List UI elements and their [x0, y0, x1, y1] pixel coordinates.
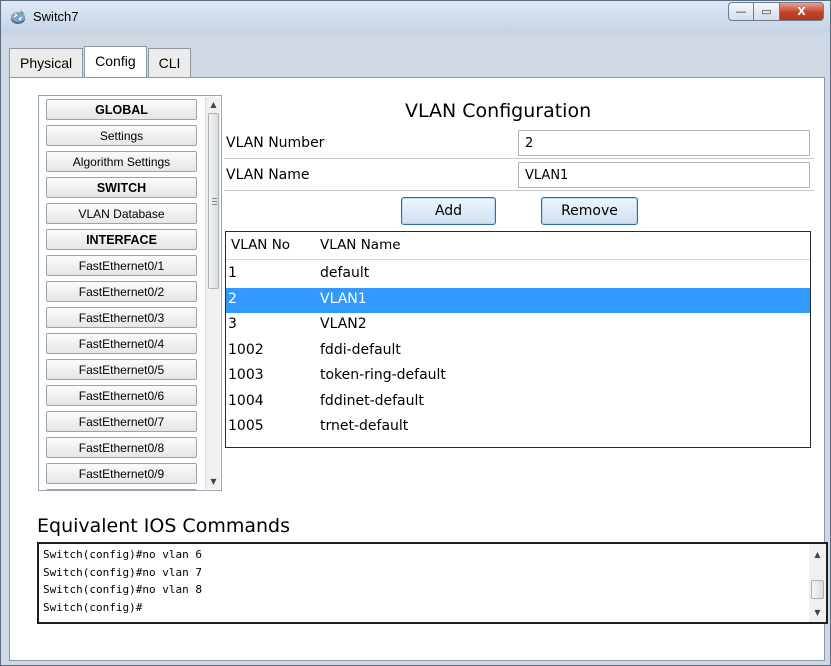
- vlan-table-row[interactable]: 1 default: [226, 262, 810, 287]
- add-button[interactable]: Add: [401, 197, 496, 225]
- minimize-icon: —: [735, 5, 747, 18]
- vlan-name-cell: token-ring-default: [320, 367, 446, 383]
- vlan-no-cell: 1004: [228, 392, 264, 409]
- config-panel: GLOBAL Settings Algorithm Settings SWITCH VL…: [9, 77, 828, 661]
- sidebar-item[interactable]: FastEthernet0/8: [46, 437, 197, 458]
- vlan-table-row[interactable]: 2 VLAN1: [226, 287, 810, 313]
- sidebar-item[interactable]: FastEthernet0/1: [46, 255, 197, 276]
- column-header-vlan-name: VLAN Name: [320, 237, 401, 253]
- tab-bar: Physical Config CLI: [9, 46, 192, 78]
- vlan-no-cell: 1: [228, 265, 237, 281]
- vlan-name-cell: trnet-default: [320, 418, 409, 434]
- vlan-no-cell: 2: [228, 290, 237, 307]
- vlan-number-input[interactable]: [518, 130, 810, 156]
- ios-command-line: Switch(config)#no vlan 7: [43, 565, 202, 579]
- scroll-down-icon[interactable]: ▼: [809, 604, 826, 620]
- sidebar-section-header: INTERFACE: [46, 229, 197, 250]
- sidebar-item[interactable]: FastEthernet0/4: [46, 333, 197, 354]
- vlan-table: VLAN No VLAN Name 1 default 2 VLAN1 3 VLAN2 10…: [225, 231, 811, 448]
- console-scrollbar[interactable]: ▲ ▼: [809, 544, 826, 622]
- sidebar-section-header: GLOBAL: [46, 99, 197, 120]
- sidebar-item[interactable]: Algorithm Settings: [46, 151, 197, 172]
- vlan-name-row: VLAN Name: [224, 160, 814, 191]
- ios-command-line: Switch(config)#no vlan 6: [43, 548, 202, 561]
- vlan-no-cell: 1003: [228, 367, 264, 383]
- tab-config[interactable]: Config: [84, 46, 147, 78]
- title-bar[interactable]: Switch7 — ▭ X: [1, 1, 830, 33]
- vlan-no-cell: 3: [228, 316, 237, 332]
- sidebar-section-header: SWITCH: [46, 177, 197, 198]
- sidebar-item[interactable]: FastEthernet0/9: [46, 463, 197, 484]
- vlan-table-row[interactable]: 1002 fddi-default: [226, 339, 810, 364]
- scroll-thumb[interactable]: [208, 113, 219, 289]
- ios-command-line: Switch(config)#no vlan 8: [43, 583, 202, 596]
- maximize-button[interactable]: ▭: [754, 2, 780, 21]
- sidebar-item[interactable]: FastEthernet0/7: [46, 411, 197, 432]
- scroll-thumb[interactable]: [811, 580, 824, 599]
- vlan-table-row[interactable]: 1004 fddinet-default: [226, 390, 810, 415]
- sidebar-item[interactable]: FastEthernet0/6: [46, 385, 197, 406]
- vlan-name-cell: VLAN2: [320, 316, 367, 332]
- window-title: Switch7: [33, 9, 79, 24]
- sidebar-item[interactable]: FastEthernet0/10: [46, 489, 197, 490]
- vlan-name-label: VLAN Name: [226, 167, 310, 183]
- vlan-config-title: VLAN Configuration: [405, 100, 592, 122]
- vlan-name-cell: fddi-default: [320, 341, 401, 358]
- vlan-table-row[interactable]: 1005 trnet-default: [226, 415, 810, 440]
- close-icon: X: [797, 5, 806, 18]
- column-header-vlan-no: VLAN No: [231, 237, 291, 253]
- scroll-down-icon[interactable]: ▼: [206, 474, 221, 489]
- sidebar-item[interactable]: VLAN Database: [46, 203, 197, 224]
- sidebar-item[interactable]: FastEthernet0/5: [46, 359, 197, 380]
- grip-icon: [212, 198, 217, 205]
- sidebar-items: GLOBAL Settings Algorithm Settings SWITCH VL…: [46, 99, 197, 490]
- vlan-name-cell: fddinet-default: [320, 392, 424, 409]
- scroll-up-icon[interactable]: ▲: [809, 546, 826, 562]
- vlan-name-cell: VLAN1: [320, 290, 367, 307]
- vlan-table-header: VLAN No VLAN Name: [226, 232, 810, 260]
- vlan-number-label: VLAN Number: [226, 135, 325, 151]
- maximize-icon: ▭: [761, 5, 772, 18]
- switch-app-icon: [11, 10, 25, 24]
- scroll-up-icon[interactable]: ▲: [206, 97, 221, 112]
- tab-cli[interactable]: CLI: [147, 48, 192, 77]
- minimize-button[interactable]: —: [728, 2, 754, 21]
- close-button[interactable]: X: [780, 2, 824, 21]
- switch-config-window: Switch7 — ▭ X Physical Config CLI GLOBAL…: [0, 0, 831, 666]
- sidebar-scrollbar[interactable]: ▲ ▼: [205, 97, 220, 489]
- sidebar-item[interactable]: Settings: [46, 125, 197, 146]
- ios-commands-title: Equivalent IOS Commands: [37, 515, 290, 537]
- vlan-table-row[interactable]: 1003 token-ring-default: [226, 364, 810, 389]
- vlan-number-row: VLAN Number: [224, 128, 814, 159]
- sidebar-item[interactable]: FastEthernet0/2: [46, 281, 197, 302]
- ios-command-lines: Switch(config)#no vlan 6 Switch(config)#n…: [43, 546, 202, 616]
- ios-command-line: Switch(config)#: [43, 600, 143, 614]
- remove-button[interactable]: Remove: [541, 197, 638, 225]
- vlan-name-input[interactable]: [518, 162, 810, 188]
- window-controls: — ▭ X: [728, 2, 824, 22]
- config-sidebar: GLOBAL Settings Algorithm Settings SWITCH VL…: [38, 95, 222, 491]
- vlan-no-cell: 1002: [228, 341, 264, 358]
- sidebar-item[interactable]: FastEthernet0/3: [46, 307, 197, 328]
- vlan-name-cell: default: [320, 265, 370, 281]
- vlan-no-cell: 1005: [228, 418, 264, 434]
- tab-physical[interactable]: Physical: [9, 48, 84, 77]
- vlan-table-row[interactable]: 3 VLAN2: [226, 313, 810, 338]
- ios-commands-console[interactable]: Switch(config)#no vlan 6 Switch(config)#n…: [37, 542, 828, 624]
